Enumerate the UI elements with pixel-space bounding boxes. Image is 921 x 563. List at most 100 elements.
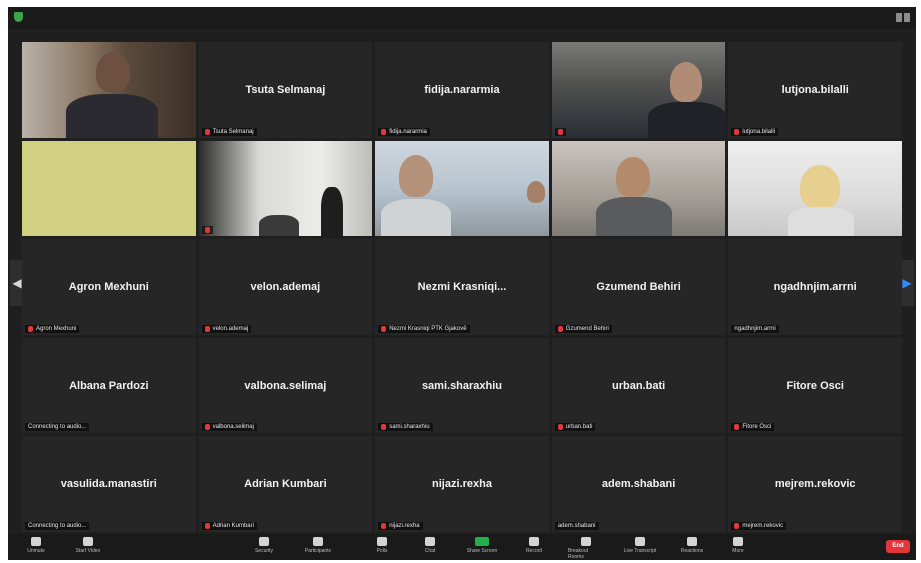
breakout-rooms-icon	[581, 537, 591, 546]
speaker-view-icon[interactable]	[896, 13, 910, 22]
participant-video	[22, 140, 196, 237]
participant-tile[interactable]	[198, 140, 373, 237]
mic-muted-icon	[734, 424, 740, 431]
mic-muted-icon	[557, 424, 563, 431]
participant-tile[interactable]: mejrem.rekovic mejrem.rekovic	[728, 436, 902, 532]
next-page-arrow[interactable]: ▶	[900, 260, 914, 306]
participant-label: Tsuta Selmanaj	[201, 127, 257, 136]
participant-name: sami.sharaxhiu	[421, 379, 503, 392]
participant-tile[interactable]	[551, 42, 726, 138]
participant-tile[interactable]: Nezmi Krasniqi... Nezmi Krasniqi PTK Gja…	[375, 239, 549, 335]
participant-label: ngadhnjim.arrni	[731, 324, 779, 333]
mic-muted-icon	[204, 522, 210, 529]
participant-name: Adrian Kumbari	[244, 478, 327, 491]
participant-name: Tsuta Selmanaj	[245, 83, 326, 96]
participant-video	[551, 42, 726, 138]
security-button[interactable]: Security	[246, 537, 282, 554]
participants-label: Participants	[304, 548, 332, 554]
top-bar	[8, 7, 916, 29]
participant-tile[interactable]: vasulida.manastiri Connecting to audio..…	[22, 436, 196, 532]
mic-muted-icon	[734, 522, 740, 529]
participant-video	[198, 140, 373, 237]
video-off-icon	[83, 537, 93, 546]
participant-label: Connecting to audio...	[25, 521, 90, 530]
participants-button[interactable]: Participants	[300, 537, 336, 554]
participant-tile[interactable]: Adrian Kumbari Adrian Kumbari	[198, 436, 373, 532]
participant-label	[554, 127, 566, 136]
participant-name: vasulida.manastiri	[60, 478, 157, 491]
more-dots-icon	[733, 537, 743, 546]
participant-video	[551, 140, 726, 237]
participant-name: valbona.selimaj	[244, 379, 327, 392]
mic-muted-icon	[204, 128, 210, 135]
mic-muted-icon	[204, 325, 210, 332]
end-meeting-button[interactable]: End	[886, 540, 910, 553]
participant-tile[interactable]	[22, 140, 196, 237]
zoom-window: ◀ ▶ Tsuta Selmanaj Tsuta Selmanaj fidija…	[8, 7, 916, 560]
participant-label: Fitore Osci	[731, 423, 775, 432]
participant-tile[interactable]: fidija.nararmia fidija.nararmia	[375, 42, 549, 138]
participant-label: Nezmi Krasniqi PTK Gjakovë	[378, 324, 470, 333]
more-button[interactable]: More	[720, 537, 756, 554]
participant-name: Albana Pardozi	[69, 379, 149, 392]
participant-label: lutjona.bilalli	[731, 127, 779, 136]
mic-muted-icon	[557, 128, 563, 135]
chat-icon	[425, 537, 435, 546]
participant-tile[interactable]: urban.bati urban.bati	[551, 337, 726, 434]
mic-muted-icon	[381, 128, 387, 135]
participant-tile[interactable]: Tsuta Selmanaj Tsuta Selmanaj	[198, 42, 373, 138]
participant-name: fidija.nararmia	[424, 83, 500, 96]
participant-tile-active-speaker[interactable]	[22, 42, 196, 138]
participant-tile[interactable]: Agron Mexhuni Agron Mexhuni	[22, 239, 196, 335]
participant-video	[375, 140, 549, 237]
mic-muted-icon	[204, 424, 210, 431]
participant-name: ngadhnjim.arrni	[773, 280, 857, 293]
breakout-rooms-button[interactable]: Breakout Rooms	[568, 537, 604, 560]
polls-icon	[377, 537, 387, 546]
participant-label: Adrian Kumbari	[201, 521, 257, 530]
reactions-button[interactable]: Reactions	[674, 537, 710, 554]
participant-label: Agron Mexhuni	[25, 324, 80, 333]
chat-button[interactable]: Chat	[412, 537, 448, 554]
security-shield-icon	[259, 537, 269, 546]
participant-label: velon.ademaj	[201, 324, 252, 333]
participant-label: mejrem.rekovic	[731, 521, 787, 530]
participant-name: velon.ademaj	[250, 280, 321, 293]
participant-tile[interactable]	[375, 140, 549, 237]
participant-tile[interactable]: valbona.selimaj valbona.selimaj	[198, 337, 373, 434]
participant-tile[interactable]: Gzumend Behiri Gzumend Behiri	[551, 239, 726, 335]
record-button[interactable]: Record	[516, 537, 552, 554]
share-screen-button[interactable]: Share Screen	[464, 537, 500, 554]
participant-label: Gzumend Behiri	[554, 324, 612, 333]
shield-icon[interactable]	[14, 12, 23, 22]
participant-tile[interactable]: sami.sharaxhiu sami.sharaxhiu	[375, 337, 549, 434]
share-screen-icon	[475, 537, 489, 546]
unmute-button[interactable]: Unmute	[18, 537, 54, 554]
start-video-button[interactable]: Start Video	[70, 537, 106, 554]
meeting-toolbar: Unmute Start Video Security Participants…	[8, 534, 916, 560]
participant-video	[728, 140, 902, 237]
live-transcript-button[interactable]: Live Transcript	[622, 537, 658, 554]
participant-label: fidija.nararmia	[378, 127, 430, 136]
participant-tile[interactable]	[728, 140, 902, 237]
participant-tile[interactable]: nijazi.rexha nijazi.rexha	[375, 436, 549, 532]
participant-tile[interactable]: ngadhnjim.arrni ngadhnjim.arrni	[728, 239, 902, 335]
participant-tile[interactable]: velon.ademaj velon.ademaj	[198, 239, 373, 335]
participant-video	[22, 42, 196, 138]
participant-tile[interactable]: lutjona.bilalli lutjona.bilalli	[728, 42, 902, 138]
participant-name: lutjona.bilalli	[781, 83, 849, 96]
mic-muted-icon	[204, 227, 210, 234]
microphone-muted-icon	[31, 537, 41, 546]
polls-button[interactable]: Polls	[364, 537, 400, 554]
participant-tile[interactable]	[551, 140, 726, 237]
reactions-icon	[687, 537, 697, 546]
participant-tile[interactable]: Fitore Osci Fitore Osci	[728, 337, 902, 434]
participant-name: Agron Mexhuni	[68, 280, 149, 293]
participant-name: nijazi.rexha	[432, 478, 492, 491]
participant-label	[201, 226, 213, 235]
mic-muted-icon	[381, 522, 387, 529]
participant-tile[interactable]: Albana Pardozi Connecting to audio...	[22, 337, 196, 434]
participant-name: Nezmi Krasniqi...	[417, 280, 507, 293]
participant-tile[interactable]: adem.shabani adem.shabani	[551, 436, 726, 532]
record-icon	[529, 537, 539, 546]
